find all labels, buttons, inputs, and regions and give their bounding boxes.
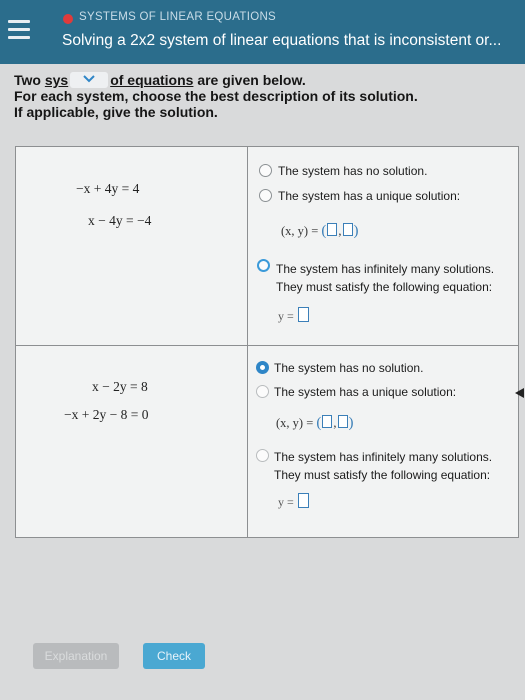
system1-equation-2: x − 4y = −4 — [88, 213, 152, 228]
system2-unique-solution-radio[interactable] — [256, 385, 269, 398]
system2-unique-solution-label[interactable]: The system has a unique solution: — [274, 384, 456, 400]
topic-status-icon — [63, 14, 73, 24]
y-label: y = — [278, 309, 294, 323]
system1-y-input[interactable] — [342, 223, 353, 236]
system2-y-equation: y = — [278, 493, 309, 510]
system1-y-equation-input[interactable] — [297, 307, 309, 322]
system2-y-input[interactable] — [337, 415, 348, 428]
system1-infinite-solutions-label-2: They must satisfy the following equation… — [276, 280, 493, 294]
paren-close: ) — [353, 223, 359, 239]
system2-no-solution-radio[interactable] — [256, 361, 269, 374]
paren-open: ( — [316, 415, 322, 431]
instructions-text: are given below. — [193, 72, 306, 88]
system1-infinite-solutions-radio[interactable] — [257, 259, 270, 272]
instructions-text: Two — [14, 72, 45, 88]
instructions: Two sys of equations are given below. For… — [14, 72, 514, 120]
y-label: y = — [278, 495, 294, 509]
system1-unique-solution-label[interactable]: The system has a unique solution: — [278, 188, 460, 204]
system2-y-equation-input[interactable] — [297, 493, 309, 508]
table-divider-vertical — [247, 147, 248, 537]
system2-no-solution-label[interactable]: The system has no solution. — [274, 360, 423, 376]
instructions-line-2: For each system, choose the best descrip… — [14, 88, 418, 104]
app-header: SYSTEMS OF LINEAR EQUATIONS Solving a 2x… — [0, 0, 525, 64]
paren-close: ) — [348, 415, 354, 431]
paren-open: ( — [321, 223, 327, 239]
system2-infinite-solutions-radio[interactable] — [256, 449, 269, 462]
system1-no-solution-radio[interactable] — [259, 164, 272, 177]
system1-equation-1: −x + 4y = 4 — [76, 181, 140, 196]
instructions-link[interactable]: of equations — [110, 72, 193, 88]
pointer-arrow-icon — [515, 388, 524, 398]
system1-unique-solution-radio[interactable] — [259, 189, 272, 202]
system2-equation-2: −x + 2y − 8 = 0 — [64, 407, 149, 422]
table-divider-horizontal — [16, 345, 518, 346]
system1-pair-input: (x, y) = (,) — [281, 223, 359, 239]
chevron-down-icon — [83, 75, 95, 83]
collapse-dropdown-button[interactable] — [70, 72, 109, 88]
system2-infinite-solutions-label-2: They must satisfy the following equation… — [274, 468, 491, 482]
explanation-button[interactable]: Explanation — [33, 643, 119, 669]
instructions-line-1: Two sys of equations are given below. — [14, 72, 514, 88]
system1-no-solution-label[interactable]: The system has no solution. — [278, 163, 427, 179]
instructions-link-fragment[interactable]: sys — [45, 72, 68, 88]
pair-label: (x, y) = — [276, 416, 314, 430]
menu-icon[interactable] — [8, 20, 30, 42]
system1-x-input[interactable] — [327, 223, 338, 236]
page-title: Solving a 2x2 system of linear equations… — [62, 32, 502, 49]
system2-x-input[interactable] — [322, 415, 333, 428]
systems-table: −x + 4y = 4 x − 4y = −4 The system has n… — [15, 146, 519, 538]
system1-y-equation: y = — [278, 307, 309, 324]
system2-equation-1: x − 2y = 8 — [92, 379, 148, 394]
topic-label: SYSTEMS OF LINEAR EQUATIONS — [79, 11, 277, 23]
system2-pair-input: (x, y) = (,) — [276, 415, 354, 431]
system1-infinite-solutions-label[interactable]: The system has infinitely many solutions… — [276, 261, 494, 277]
system2-infinite-solutions-label[interactable]: The system has infinitely many solutions… — [274, 449, 492, 465]
pair-label: (x, y) = — [281, 224, 319, 238]
check-button[interactable]: Check — [143, 643, 205, 669]
instructions-line-3: If applicable, give the solution. — [14, 104, 218, 120]
